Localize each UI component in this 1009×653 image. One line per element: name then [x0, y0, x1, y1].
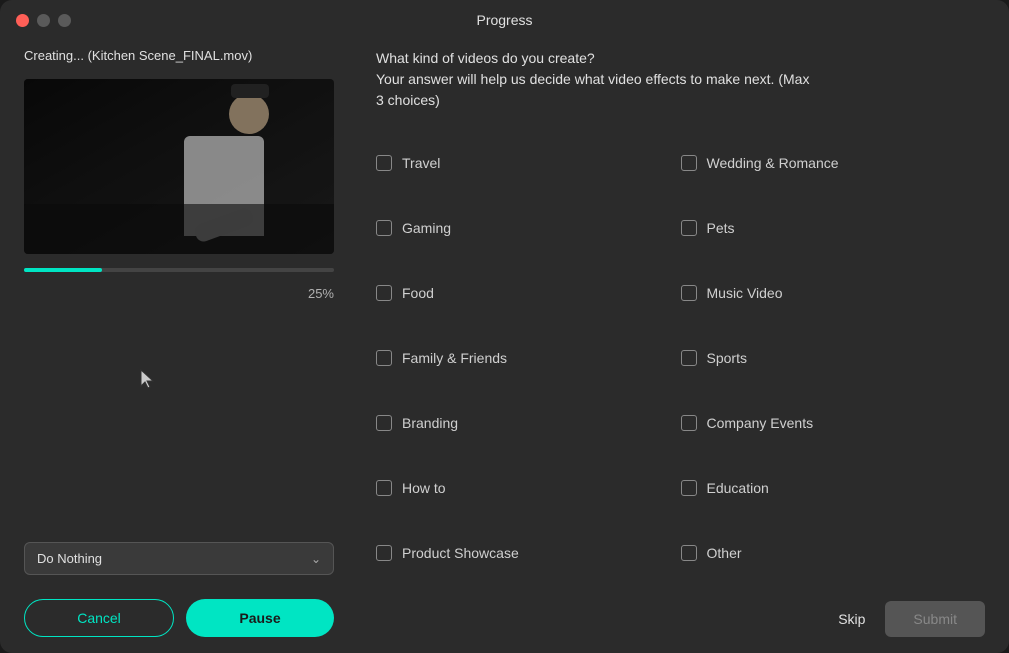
left-panel: Creating... (Kitchen Scene_FINAL.mov): [24, 48, 344, 637]
mouse-cursor-icon: [139, 368, 157, 390]
checkbox-label-company-events: Company Events: [707, 415, 814, 431]
checkbox-box-gaming[interactable]: [376, 220, 392, 236]
title-bar: Progress: [0, 0, 1009, 40]
cursor-area: [24, 313, 344, 530]
checkbox-item-music-video[interactable]: Music Video: [681, 261, 986, 326]
checkbox-item-pets[interactable]: Pets: [681, 196, 986, 261]
checkbox-label-music-video: Music Video: [707, 285, 783, 301]
checkbox-item-family-friends[interactable]: Family & Friends: [376, 326, 681, 391]
checkbox-label-other: Other: [707, 545, 742, 561]
checkbox-label-travel: Travel: [402, 155, 440, 171]
checkbox-item-branding[interactable]: Branding: [376, 390, 681, 455]
checkbox-item-food[interactable]: Food: [376, 261, 681, 326]
video-inner: [24, 79, 334, 254]
progress-bar-container: [24, 268, 334, 272]
checkbox-box-food[interactable]: [376, 285, 392, 301]
checkbox-label-product-showcase: Product Showcase: [402, 545, 519, 561]
traffic-lights: [16, 14, 71, 27]
bottom-buttons: Cancel Pause: [24, 599, 334, 637]
checkbox-item-other[interactable]: Other: [681, 520, 986, 585]
window-title: Progress: [476, 12, 532, 28]
dropdown-container: Do Nothing ⌄: [24, 542, 334, 575]
main-window: Progress Creating... (Kitchen Scene_FINA…: [0, 0, 1009, 653]
checkbox-box-pets[interactable]: [681, 220, 697, 236]
main-content: Creating... (Kitchen Scene_FINAL.mov): [0, 40, 1009, 653]
progress-bar-fill: [24, 268, 102, 272]
checkbox-item-company-events[interactable]: Company Events: [681, 390, 986, 455]
checkbox-item-education[interactable]: Education: [681, 455, 986, 520]
checkbox-item-how-to[interactable]: How to: [376, 455, 681, 520]
checkbox-box-how-to[interactable]: [376, 480, 392, 496]
checkbox-box-company-events[interactable]: [681, 415, 697, 431]
checkbox-label-wedding: Wedding & Romance: [707, 155, 839, 171]
checkbox-box-education[interactable]: [681, 480, 697, 496]
question-text: What kind of videos do you create? Your …: [376, 48, 985, 111]
checkbox-label-how-to: How to: [402, 480, 446, 496]
checkbox-label-pets: Pets: [707, 220, 735, 236]
submit-button[interactable]: Submit: [885, 601, 985, 637]
completion-dropdown[interactable]: Do Nothing ⌄: [24, 542, 334, 575]
checkbox-item-wedding[interactable]: Wedding & Romance: [681, 131, 986, 196]
checkbox-item-sports[interactable]: Sports: [681, 326, 986, 391]
checkbox-box-wedding[interactable]: [681, 155, 697, 171]
close-button[interactable]: [16, 14, 29, 27]
checkbox-box-product-showcase[interactable]: [376, 545, 392, 561]
checkbox-box-family-friends[interactable]: [376, 350, 392, 366]
checkbox-label-food: Food: [402, 285, 434, 301]
checkbox-label-sports: Sports: [707, 350, 747, 366]
progress-percent: 25%: [24, 286, 334, 301]
checkbox-item-gaming[interactable]: Gaming: [376, 196, 681, 261]
checkbox-box-other[interactable]: [681, 545, 697, 561]
checkbox-grid: Travel Wedding & Romance Gaming Pets Foo…: [376, 131, 985, 585]
checkbox-label-gaming: Gaming: [402, 220, 451, 236]
creating-label: Creating... (Kitchen Scene_FINAL.mov): [24, 48, 344, 63]
video-thumbnail: [24, 79, 334, 254]
maximize-button[interactable]: [58, 14, 71, 27]
checkbox-item-travel[interactable]: Travel: [376, 131, 681, 196]
checkbox-item-product-showcase[interactable]: Product Showcase: [376, 520, 681, 585]
skip-button[interactable]: Skip: [838, 611, 865, 627]
checkbox-box-music-video[interactable]: [681, 285, 697, 301]
pause-button[interactable]: Pause: [186, 599, 334, 637]
checkbox-box-sports[interactable]: [681, 350, 697, 366]
action-row: Skip Submit: [376, 601, 985, 637]
checkbox-label-education: Education: [707, 480, 769, 496]
minimize-button[interactable]: [37, 14, 50, 27]
chevron-down-icon: ⌄: [311, 552, 321, 566]
right-panel: What kind of videos do you create? Your …: [376, 48, 985, 637]
dropdown-selected-value: Do Nothing: [37, 551, 102, 566]
checkbox-label-family-friends: Family & Friends: [402, 350, 507, 366]
checkbox-label-branding: Branding: [402, 415, 458, 431]
cancel-button[interactable]: Cancel: [24, 599, 174, 637]
checkbox-box-travel[interactable]: [376, 155, 392, 171]
checkbox-box-branding[interactable]: [376, 415, 392, 431]
